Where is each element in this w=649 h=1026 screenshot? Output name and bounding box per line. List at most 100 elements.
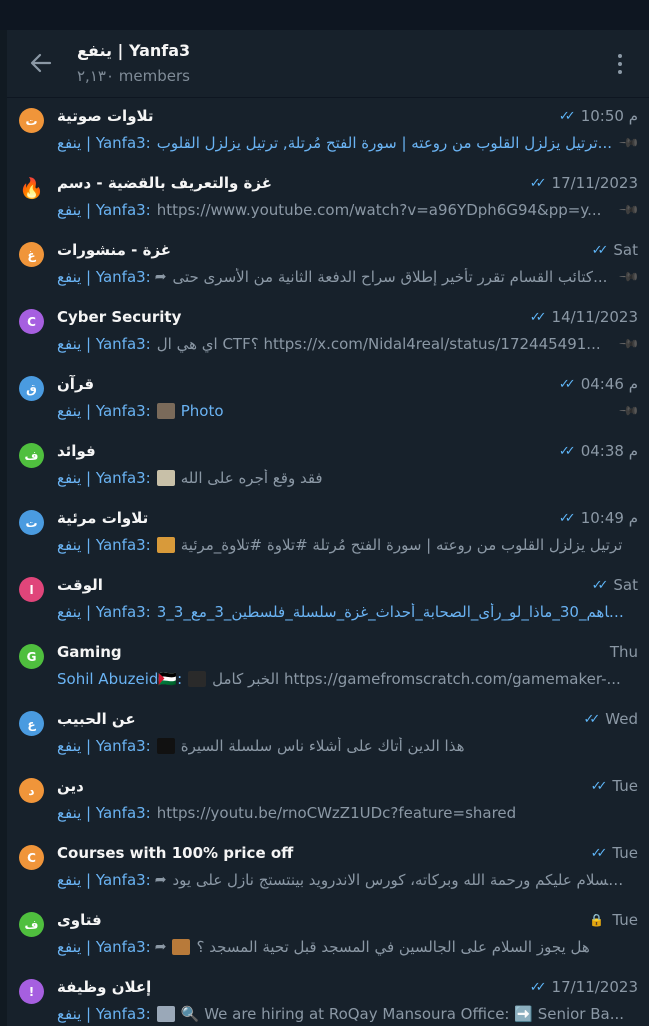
chat-row[interactable]: 🔥 غزة والتعريف بالقضية - دسم ✓✓ 17/11/2023 ي… (7, 165, 649, 232)
chat-time: ✓✓ Wed (584, 710, 639, 728)
chat-time: ✓✓ م 04:38 (559, 442, 638, 460)
chat-row[interactable]: ف فوائد ✓✓ م 04:38 ينفع | Yanfa3: فقد وقع أجر… (7, 433, 649, 500)
chat-name: دين (57, 777, 84, 795)
media-thumbnail (156, 470, 175, 486)
last-message: ينفع | Yanfa3: Photo (57, 402, 625, 420)
chat-name: تلاوات مرئية (57, 509, 149, 527)
chat-name: إعلان وظيفة (57, 978, 152, 996)
message-text: فقد وقع أجره على الله (180, 469, 323, 487)
last-message: ينفع | Yanfa3: فقد وقع أجره على الله (57, 469, 625, 487)
last-message: ينفع | Yanfa3: ➦ كتائب القسام تقرر تأخير إ… (57, 268, 625, 286)
time-label: Wed (605, 710, 638, 728)
last-message: ينفع | Yanfa3: ➦ هل يجوز السلام على الجالس… (57, 938, 625, 956)
chat-time: ✓✓ م 04:46 (559, 375, 638, 393)
media-thumbnail (156, 738, 175, 754)
time-label: Tue (612, 777, 638, 795)
avatar: ت (19, 108, 44, 133)
message-text: https://youtu.be/rnoCWzZ1UDc?feature=sha… (156, 804, 517, 822)
message-text: Photo (180, 402, 224, 420)
last-message: ينفع | Yanfa3: ترتيل يزلزل القلوب من روعت… (57, 134, 625, 152)
read-check-icon: ✓✓ (558, 443, 576, 459)
time-label: Thu (609, 643, 638, 661)
chat-row[interactable]: ا الوقت ✓✓Sat ينفع | Yanfa3: 3_مع_3_فاهم_30_… (7, 567, 649, 634)
media-thumbnail (156, 537, 175, 553)
avatar: غ (19, 242, 44, 267)
message-sender: ينفع | Yanfa3: (57, 871, 151, 889)
read-check-icon: ✓✓ (558, 376, 576, 392)
last-message: ينفع | Yanfa3: 3_مع_3_فاهم_30_ماذا_لو_رأى… (57, 603, 625, 621)
chat-row[interactable]: غ غزة - منشورات ✓✓ Sat ينفع | Yanfa3: ➦ كتائب … (7, 232, 649, 299)
message-text: 3_مع_3_فاهم_30_ماذا_لو_رأى_الصحابة_أحداث… (156, 603, 625, 621)
forward-icon: ➦ (154, 269, 167, 285)
chat-time: ✓✓ Tue (591, 777, 638, 795)
message-text: الخبر كامل https://gamefromscratch.com/g… (212, 670, 621, 688)
chat-row[interactable]: C Cyber Security ✓✓ 14/11/2023 ينفع | Yanfa3… (7, 299, 649, 366)
message-sender: ينفع | Yanfa3: (57, 469, 151, 487)
message-sender: ينفع | Yanfa3: (57, 1005, 151, 1023)
last-message: ينفع | Yanfa3: https://www.youtube.com/wa… (57, 201, 625, 219)
message-sender: ينفع | Yanfa3: (57, 603, 151, 621)
chat-row[interactable]: ف فتاوى 🔒 Tue ينفع | Yanfa3: ➦ هل يجوز السلام … (7, 902, 649, 969)
more-menu-icon[interactable] (611, 50, 629, 78)
chat-name: Gaming (57, 643, 122, 661)
time-label: Sat (613, 241, 638, 259)
read-check-icon: ✓✓ (558, 510, 576, 526)
chat-name: غزة والتعريف بالقضية - دسم (57, 174, 272, 192)
chat-name: فوائد (57, 442, 96, 460)
chat-row[interactable]: G Gaming Thu Sohil Abuzeid🇵🇸: الخبر كامل htt… (7, 634, 649, 701)
chat-name: غزة - منشورات (57, 241, 172, 259)
read-check-icon: ✓✓ (590, 778, 608, 794)
chat-time: ✓✓ م 10:50 (559, 107, 638, 125)
time-label: 17/11/2023 (551, 978, 638, 996)
message-sender: ينفع | Yanfa3: (57, 402, 151, 420)
message-sender: ينفع | Yanfa3: (57, 804, 151, 822)
last-message: Sohil Abuzeid🇵🇸: الخبر كامل https://gamef… (57, 670, 625, 688)
chat-row[interactable]: ق قرآن ✓✓ م 04:46 ينفع | Yanfa3: Photo 📌 (7, 366, 649, 433)
message-sender: ينفع | Yanfa3: (57, 335, 151, 353)
time-label: 14/11/2023 (551, 308, 638, 326)
read-check-icon: ✓✓ (529, 175, 547, 191)
media-thumbnail (188, 671, 207, 687)
forward-icon: ➦ (154, 939, 167, 955)
read-check-icon: ✓✓ (558, 108, 576, 124)
chat-row[interactable]: ! إعلان وظيفة ✓✓ 17/11/2023 ينفع | Yanfa3: 🔍 … (7, 969, 649, 1026)
read-check-icon: ✓✓ (591, 577, 609, 593)
avatar: ت (19, 510, 44, 535)
message-sender: ينفع | Yanfa3: (57, 938, 151, 956)
last-message: ينفع | Yanfa3: 🔍 We are hiring at RoQay M… (57, 1005, 625, 1023)
time-label: م 10:49 (580, 509, 638, 527)
time-label: 17/11/2023 (551, 174, 638, 192)
last-message: ينفع | Yanfa3: https://youtu.be/rnoCWzZ1U… (57, 804, 625, 822)
avatar: ق (19, 376, 44, 401)
message-text: السلام عليكم ورحمة الله وبركاته، كورس ال… (172, 871, 625, 889)
chat-row[interactable]: C Courses with 100% price off ✓✓ Tue ينفع | … (7, 835, 649, 902)
read-check-icon: ✓✓ (591, 242, 609, 258)
back-arrow-icon[interactable] (28, 50, 54, 76)
message-sender: ينفع | Yanfa3: (57, 737, 151, 755)
chat-time: ✓✓ Sat (592, 576, 638, 594)
avatar: ف (19, 912, 44, 937)
media-thumbnail (172, 939, 191, 955)
chat-row[interactable]: ع عن الحبيب ✓✓ Wed ينفع | Yanfa3: هذا الدين أ… (7, 701, 649, 768)
message-sender: ينفع | Yanfa3: (57, 268, 151, 286)
chat-row[interactable]: د دين ✓✓ Tue ينفع | Yanfa3: https://youtu.be/… (7, 768, 649, 835)
last-message: ينفع | Yanfa3: ترتيل يزلزل القلوب من روعت… (57, 536, 625, 554)
media-thumbnail (156, 403, 175, 419)
time-label: م 04:46 (580, 375, 638, 393)
message-text: هل يجوز السلام على الجالسين في المسجد قب… (196, 938, 590, 956)
chat-name: عن الحبيب (57, 710, 136, 728)
chat-name: Courses with 100% price off (57, 844, 294, 862)
chat-time: ✓✓ 17/11/2023 (530, 978, 638, 996)
page-title: ينفع | Yanfa3 (77, 41, 191, 60)
chat-time: ✓✓ Tue (591, 844, 638, 862)
member-count: ٢,١٣٠ members (77, 67, 190, 85)
chat-time: 🔒 Tue (589, 911, 638, 929)
chat-row[interactable]: ت تلاوات صوتية ✓✓ م 10:50 ينفع | Yanfa3: ترتي… (7, 98, 649, 165)
chat-row[interactable]: ت تلاوات مرئية ✓✓ م 10:49 ينفع | Yanfa3: ترتي… (7, 500, 649, 567)
message-sender: ينفع | Yanfa3: (57, 134, 151, 152)
header: ينفع | Yanfa3 ٢,١٣٠ members (7, 30, 649, 98)
avatar: ا (19, 577, 44, 602)
message-text: هذا الدين أتاك على أشلاء ناس سلسلة السير… (180, 737, 465, 755)
read-check-icon: ✓✓ (590, 845, 608, 861)
avatar: ف (19, 443, 44, 468)
